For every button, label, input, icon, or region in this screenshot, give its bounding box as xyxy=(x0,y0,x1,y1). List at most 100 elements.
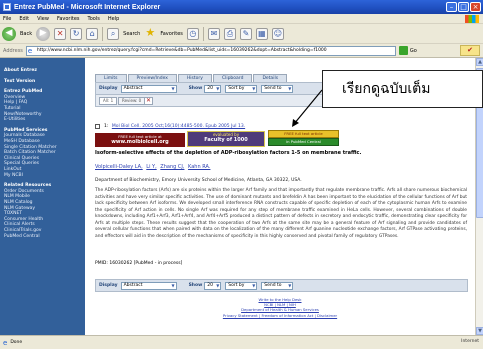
footer-links: Write to the Help Desk NCBI | NLM | NIH … xyxy=(85,297,475,318)
sidebar-link[interactable]: New/Noteworthy xyxy=(4,112,42,117)
sort-by-select[interactable]: Sort by xyxy=(225,281,258,290)
sidebar-section-heading[interactable]: Entrez PubMed xyxy=(4,89,42,94)
scroll-down-icon[interactable]: ▼ xyxy=(476,327,483,335)
privacy-foia-disclaimer-link[interactable]: Privacy Statement | Freedom of Informati… xyxy=(85,313,475,318)
toolbar: ◀ Back ▶ ✕ ↻ ⌂ ⌕ Search ★ Favorites ◷ ✉ … xyxy=(0,24,483,44)
sidebar-section-heading[interactable]: About Entrez xyxy=(4,68,37,73)
pmc-full-text-link[interactable]: FREE full text article in PubMed Central xyxy=(268,130,339,146)
show-count-value: 20 xyxy=(207,282,213,288)
sidebar-section-heading[interactable]: Related Resources xyxy=(4,183,51,188)
menu-help[interactable]: Help xyxy=(108,16,119,22)
sidebar-link[interactable]: E-Utilities xyxy=(4,117,25,122)
tab-clipboard[interactable]: Clipboard xyxy=(212,74,253,82)
sidebar-section-heading[interactable]: Text Version xyxy=(4,79,35,84)
send-to-select[interactable]: Send to xyxy=(261,281,294,290)
sidebar-link[interactable]: Journals Database xyxy=(4,133,45,138)
windows-logo-icon xyxy=(465,15,479,23)
sidebar-link[interactable]: ClinicalTrials.gov xyxy=(4,228,41,233)
search-label[interactable]: Search xyxy=(123,31,140,37)
back-arrow-icon[interactable]: ◀ xyxy=(2,26,16,41)
author-link[interactable]: Zhang CJ, xyxy=(160,164,184,170)
menu-bar: File Edit View Favorites Tools Help xyxy=(0,14,483,24)
journal-citation-link[interactable]: Mol Biol Cell. 2005 Oct;16(10):4485-500.… xyxy=(112,124,245,129)
favorites-label[interactable]: Favorites xyxy=(160,31,183,37)
ie-page-icon: e xyxy=(27,46,33,55)
faculty-link-line2: Faculty of 1000 xyxy=(204,137,248,143)
sidebar-link[interactable]: Special Queries xyxy=(4,161,39,166)
sidebar-link[interactable]: LinkOut xyxy=(4,167,21,172)
history-icon[interactable]: ◷ xyxy=(186,27,199,40)
tab-details[interactable]: Details xyxy=(253,74,288,82)
sidebar-link[interactable]: PubMed Central xyxy=(4,234,40,239)
menu-view[interactable]: View xyxy=(37,16,49,22)
edit-icon[interactable]: ✎ xyxy=(239,27,252,40)
sidebar-link[interactable]: Single Citation Matcher xyxy=(4,145,57,150)
sidebar-link[interactable]: NLM Gateway xyxy=(4,206,35,211)
display-format-select[interactable]: Abstract xyxy=(120,84,177,93)
display-format-value: Abstract xyxy=(123,282,143,288)
back-label[interactable]: Back xyxy=(20,31,32,37)
show-count-value: 20 xyxy=(207,85,213,91)
sidebar-link[interactable]: NLM Catalog xyxy=(4,200,32,205)
scroll-up-icon[interactable]: ▲ xyxy=(476,58,483,66)
security-zone: Internet xyxy=(461,339,479,344)
display-controls-bottom: Display Abstract Show 20 Sort by Send to xyxy=(95,279,468,292)
menu-edit[interactable]: Edit xyxy=(19,16,29,22)
menu-file[interactable]: File xyxy=(3,16,11,22)
norton-antivirus-icon[interactable]: ✔ xyxy=(460,45,480,56)
search-icon[interactable]: ⌕ xyxy=(107,27,120,40)
print-icon[interactable]: ⎙ xyxy=(223,27,236,40)
mail-icon[interactable]: ✉ xyxy=(207,27,220,40)
address-input[interactable]: e http://www.ncbi.nlm.nih.gov/entrez/que… xyxy=(25,45,396,56)
home-icon[interactable]: ⌂ xyxy=(86,27,99,40)
sidebar-link[interactable]: Help | FAQ xyxy=(4,100,27,105)
faculty-1000-link[interactable]: evaluated by Faculty of 1000 xyxy=(187,131,265,147)
maximize-button[interactable]: □ xyxy=(458,2,469,12)
menu-tools[interactable]: Tools xyxy=(88,16,100,22)
close-button[interactable]: × xyxy=(470,2,481,12)
show-count-select[interactable]: 20 xyxy=(204,281,222,290)
article-title: Isoform-selective effects of the depleti… xyxy=(95,150,362,156)
subtab-all[interactable]: All: 1 xyxy=(99,97,118,105)
record-checkbox[interactable] xyxy=(95,124,100,129)
go-label[interactable]: Go xyxy=(410,48,417,54)
sidebar-link[interactable]: Batch Citation Matcher xyxy=(4,150,56,155)
sidebar-link[interactable]: Tutorial xyxy=(4,106,21,111)
display-format-select[interactable]: Abstract xyxy=(120,281,177,290)
status-text: Done xyxy=(10,340,23,345)
refresh-icon[interactable]: ↻ xyxy=(70,27,83,40)
publisher-full-text-link[interactable]: FREE full text article at www.molbiolcel… xyxy=(95,133,185,147)
discuss-icon[interactable]: ▦ xyxy=(255,27,268,40)
sidebar-link[interactable]: MeSH Database xyxy=(4,139,40,144)
send-to-value: Send to xyxy=(264,85,282,91)
address-bar: Address e http://www.ncbi.nlm.nih.gov/en… xyxy=(0,44,483,58)
close-subtab-icon[interactable]: ✕ xyxy=(144,97,153,105)
stop-icon[interactable]: ✕ xyxy=(54,27,67,40)
journal-citation: 1: Mol Biol Cell. 2005 Oct;16(10):4485-5… xyxy=(104,124,245,129)
show-count-select[interactable]: 20 xyxy=(204,84,222,93)
subtab-review[interactable]: Review: 0 xyxy=(118,97,146,105)
send-to-value: Send to xyxy=(264,282,282,288)
favorites-star-icon[interactable]: ★ xyxy=(144,27,156,40)
minimize-button[interactable]: – xyxy=(446,2,457,12)
tab-limits[interactable]: Limits xyxy=(95,74,127,82)
tab-preview-index[interactable]: Preview/Index xyxy=(127,74,177,82)
tab-history[interactable]: History xyxy=(177,74,212,82)
go-arrow-icon[interactable] xyxy=(398,46,408,55)
menu-favorites[interactable]: Favorites xyxy=(57,16,80,22)
toolbar-divider xyxy=(202,26,204,41)
sort-by-select[interactable]: Sort by xyxy=(225,84,258,93)
sidebar-link[interactable]: TOXNET xyxy=(4,211,22,216)
send-to-select[interactable]: Send to xyxy=(261,84,294,93)
pmc-link-line2: in PubMed Central xyxy=(268,138,339,146)
sidebar-link[interactable]: Clinical Alerts xyxy=(4,222,35,227)
display-format-value: Abstract xyxy=(123,85,143,91)
messenger-icon[interactable]: ☺ xyxy=(271,27,284,40)
sidebar-link[interactable]: NLM Mobile xyxy=(4,194,30,199)
author-link[interactable]: Volpicelli-Daley LA, xyxy=(95,164,143,170)
author-link[interactable]: Li Y, xyxy=(146,164,156,170)
sidebar-link[interactable]: My NCBI xyxy=(4,173,23,178)
forward-arrow-icon[interactable]: ▶ xyxy=(36,26,51,41)
publisher-link-line2: www.molbiolcell.org xyxy=(111,139,169,145)
author-link[interactable]: Kahn RA. xyxy=(188,164,210,170)
